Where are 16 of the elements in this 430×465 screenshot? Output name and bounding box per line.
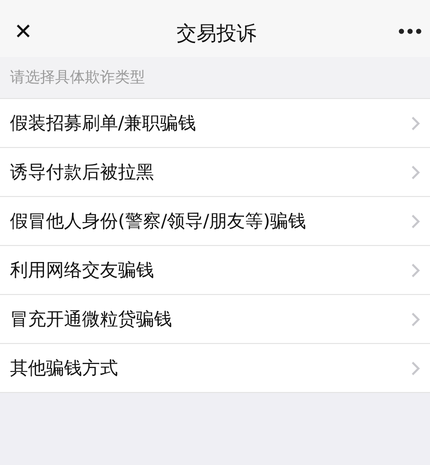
close-button[interactable]: ✕ — [10, 22, 36, 44]
option-item[interactable]: 诱导付款后被拉黑 — [0, 148, 430, 197]
page-title: 交易投诉 — [176, 20, 256, 46]
option-item[interactable]: 利用网络交友骗钱 — [0, 246, 430, 295]
chevron-icon — [411, 164, 420, 180]
chevron-icon — [411, 116, 420, 130]
option-item[interactable]: 假装招募刷单/兼职骗钱 — [0, 99, 430, 148]
chevron-icon — [411, 312, 420, 326]
chevron-icon — [411, 214, 420, 228]
section-header: 请选择具体欺诈类型 — [10, 67, 145, 88]
option-item[interactable]: 冒充开通微粒贷骗钱 — [0, 295, 430, 344]
chevron-icon — [411, 360, 420, 376]
chevron-icon — [411, 262, 420, 278]
option-item[interactable]: 其他骗钱方式 — [0, 344, 430, 393]
more-button[interactable]: ••• — [396, 24, 422, 42]
option-item[interactable]: 假冒他人身份(警察/领导/朋友等)骗钱 — [0, 197, 430, 246]
